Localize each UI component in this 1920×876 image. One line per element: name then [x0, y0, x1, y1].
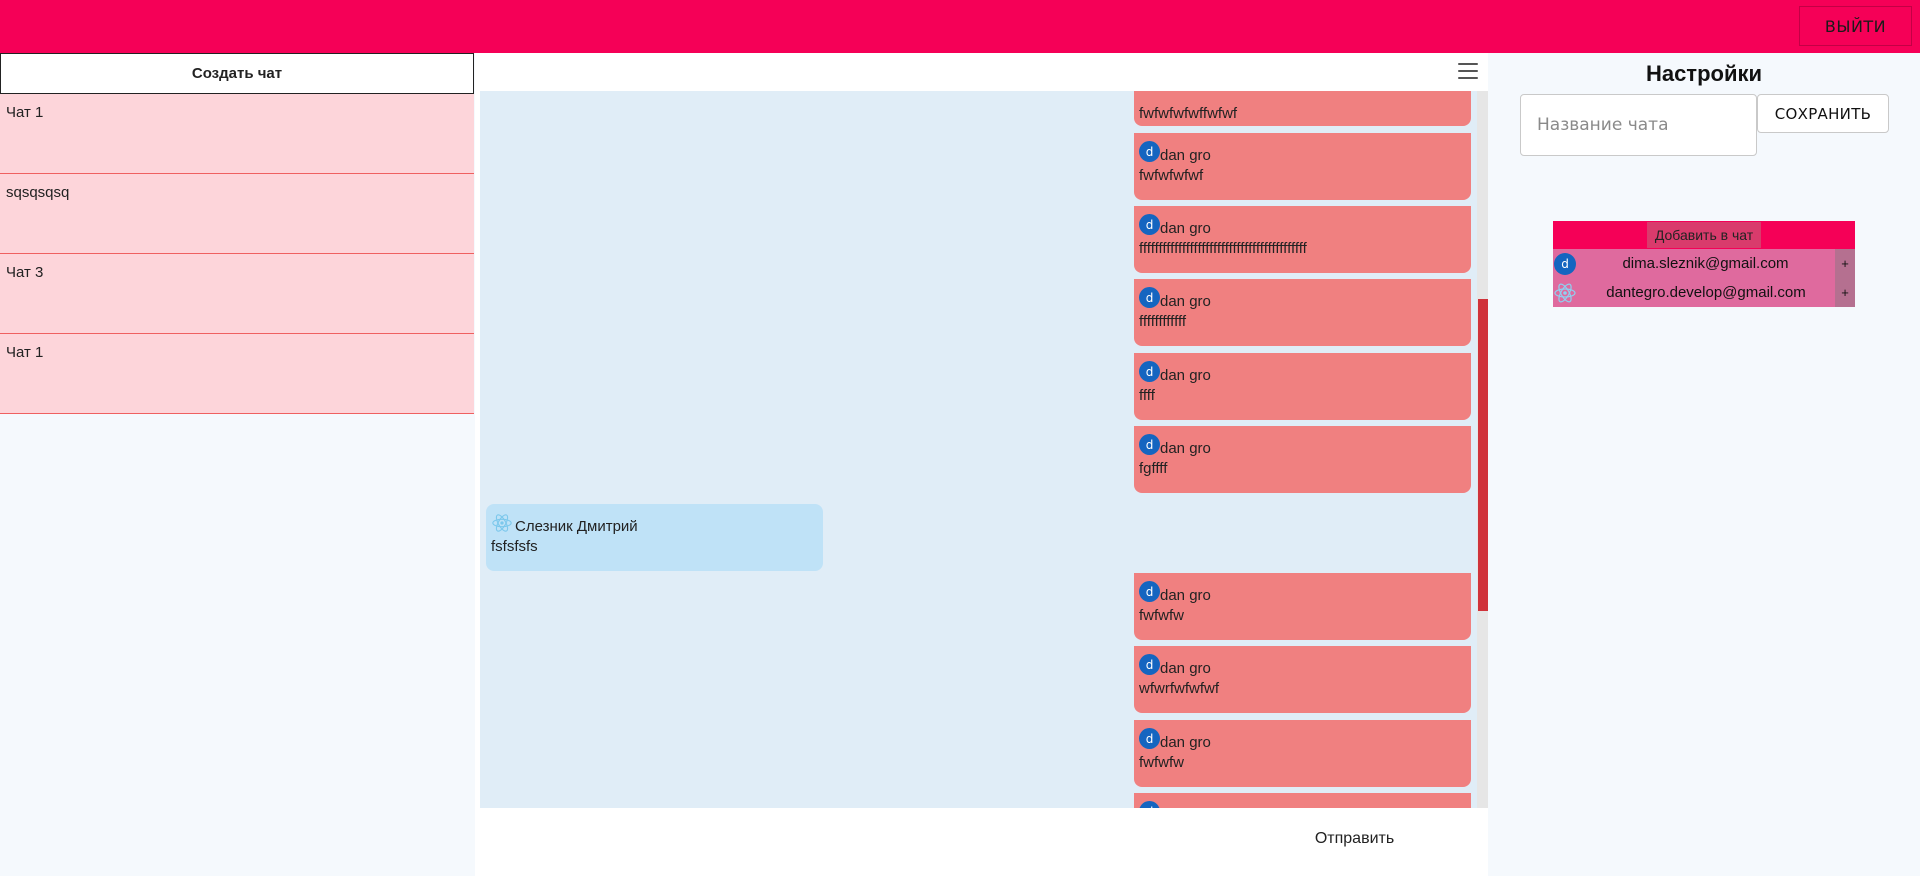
message-author: d dan gro: [1139, 285, 1466, 310]
chat-list-item[interactable]: Чат 1: [0, 334, 474, 414]
message-author: Слезник Дмитрий: [491, 510, 818, 535]
message-scrollbar-thumb[interactable]: [1478, 299, 1488, 611]
message-outgoing: d dan gro fgffff: [1134, 426, 1471, 493]
add-to-chat-header: Добавить в чат: [1553, 221, 1855, 249]
message-text: fsfsfsfs: [491, 538, 538, 555]
chat-sidebar: Создать чат Чат 1 sqsqsqsq Чат 3 Чат 1: [0, 53, 475, 876]
chat-settings-panel: Настройки СОХРАНИТЬ Добавить в чат d dim…: [1488, 53, 1920, 876]
chat-list-item[interactable]: sqsqsqsq: [0, 174, 474, 254]
author-name: dan gro: [1160, 587, 1211, 604]
avatar: d: [1139, 434, 1160, 455]
message-text: fwfwfw: [1139, 607, 1184, 624]
chat-list: Чат 1 sqsqsqsq Чат 3 Чат 1: [0, 94, 474, 414]
hamburger-menu-icon[interactable]: [1458, 63, 1478, 81]
message-author: d dan gro: [1139, 726, 1466, 751]
message-author: d dan gro: [1139, 652, 1466, 677]
chat-list-item[interactable]: Чат 3: [0, 254, 474, 334]
add-to-chat-panel: Добавить в чат d dima.sleznik@gmail.com …: [1553, 221, 1855, 307]
message-text: wfwrfwfwfwf: [1139, 680, 1219, 697]
chat-list-item[interactable]: Чат 1: [0, 94, 474, 174]
avatar: d: [1139, 141, 1160, 162]
avatar: d: [1139, 728, 1160, 749]
author-name: dan gro: [1160, 147, 1211, 164]
message-text: fwfwfwfwffwfwf: [1139, 105, 1238, 122]
message-list: fwfwfwfwffwfwf d dan gro fwfwfwfwf d dan…: [480, 91, 1480, 808]
message-outgoing: d dan gro ffffffffffff: [1134, 279, 1471, 346]
message-author: d dan gro: [1139, 432, 1466, 457]
author-name: dan gro: [1160, 220, 1211, 237]
avatar: d: [1139, 654, 1160, 675]
message-text: fwfwfw: [1139, 754, 1184, 771]
message-outgoing: d dan gro wfwrfwfwfwf: [1134, 646, 1471, 713]
author-name: dan gro: [1160, 660, 1211, 677]
message-text: ffffffffffff: [1139, 313, 1187, 330]
avatar: d: [1139, 361, 1160, 382]
user-email: dantegro.develop@gmail.com: [1606, 284, 1806, 301]
react-atom-icon: [492, 514, 512, 532]
message-text: fgffff: [1139, 460, 1168, 477]
author-name: dan gro: [1160, 293, 1211, 310]
avatar: d: [1139, 581, 1160, 602]
message-author: d dan gro: [1139, 579, 1466, 604]
avatar: d: [1139, 214, 1160, 235]
message-text: ffff: [1139, 387, 1155, 404]
add-user-button[interactable]: +: [1835, 249, 1855, 278]
save-button[interactable]: СОХРАНИТЬ: [1757, 94, 1889, 133]
send-button[interactable]: Отправить: [1302, 823, 1407, 855]
create-chat-button[interactable]: Создать чат: [0, 53, 474, 94]
add-user-button[interactable]: +: [1835, 278, 1855, 307]
message-text: fwfwfwfwf: [1139, 167, 1204, 184]
top-app-bar: ВЫЙТИ: [0, 0, 1920, 53]
chat-name-input[interactable]: [1520, 94, 1757, 156]
avatar: d: [1139, 287, 1160, 308]
settings-title: Настройки: [1645, 61, 1763, 86]
message-outgoing: d dan gro fwfwfwfwf: [1134, 133, 1471, 200]
chat-panel: fwfwfwfwffwfwf d dan gro fwfwfwfwf d dan…: [475, 53, 1488, 876]
logout-button[interactable]: ВЫЙТИ: [1799, 6, 1912, 46]
message-outgoing: d: [1134, 793, 1471, 808]
message-outgoing: d dan gro fwfwfw: [1134, 720, 1471, 787]
message-outgoing: d dan gro ffffffffffffffffffffffffffffff…: [1134, 206, 1471, 273]
author-name: dan gro: [1160, 440, 1211, 457]
avatar: d: [1554, 252, 1576, 275]
message-incoming: Слезник Дмитрий fsfsfsfs: [486, 504, 823, 571]
author-name: dan gro: [1160, 367, 1211, 384]
message-text: ffffffffffffffffffffffffffffffffffffffff…: [1139, 240, 1307, 257]
user-email: dima.sleznik@gmail.com: [1622, 255, 1789, 272]
author-name: dan gro: [1160, 734, 1211, 751]
add-to-chat-label: Добавить в чат: [1646, 222, 1762, 248]
user-row: d dima.sleznik@gmail.com +: [1553, 249, 1855, 278]
message-author: d dan gro: [1139, 359, 1466, 384]
message-author: d dan gro: [1139, 139, 1466, 164]
message-outgoing: fwfwfwfwffwfwf: [1134, 91, 1471, 126]
user-row: dantegro.develop@gmail.com +: [1553, 278, 1855, 307]
message-outgoing: d dan gro ffff: [1134, 353, 1471, 420]
avatar: d: [1139, 801, 1160, 808]
author-name: Слезник Дмитрий: [515, 518, 638, 535]
message-author: d: [1139, 799, 1466, 808]
message-author: d dan gro: [1139, 212, 1466, 237]
react-atom-icon: [1554, 283, 1576, 302]
message-outgoing: d dan gro fwfwfw: [1134, 573, 1471, 640]
